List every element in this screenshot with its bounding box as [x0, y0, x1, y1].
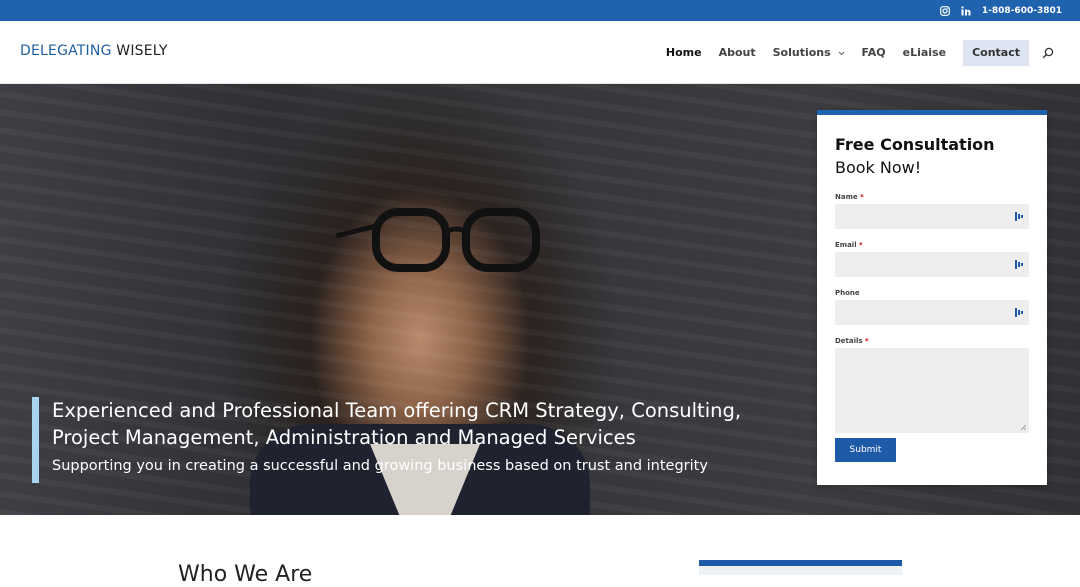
nav-contact[interactable]: Contact	[963, 40, 1029, 66]
form-subtitle: Book Now!	[835, 158, 922, 177]
top-bar: 1-808-600-3801	[0, 0, 1080, 21]
linkedin-icon[interactable]	[961, 5, 972, 16]
name-label-text: Name	[835, 193, 858, 201]
hero-title-line1: Experienced and Professional Team offeri…	[52, 399, 742, 422]
phone-label-text: Phone	[835, 289, 860, 297]
nav-faq[interactable]: FAQ	[862, 40, 886, 66]
glasses-illustration	[335, 208, 540, 272]
search-icon[interactable]	[1042, 46, 1056, 60]
nav-about[interactable]: About	[719, 40, 756, 66]
phone-label: Phone	[835, 289, 1029, 297]
name-field[interactable]	[835, 204, 1029, 229]
nav-home[interactable]: Home	[666, 40, 702, 66]
site-logo[interactable]: DELEGATING WISELY	[20, 43, 168, 59]
hero-caption: Experienced and Professional Team offeri…	[32, 397, 752, 483]
details-label: Details *	[835, 337, 1029, 345]
logo-text-secondary: WISELY	[116, 43, 168, 59]
form-title: Free Consultation	[835, 135, 995, 154]
section-card	[699, 566, 902, 575]
details-label-text: Details	[835, 337, 863, 345]
autofill-key-icon[interactable]	[1014, 211, 1024, 222]
site-header: DELEGATING WISELY Home About Solutions F…	[0, 21, 1080, 84]
required-mark: *	[859, 241, 863, 249]
autofill-key-icon[interactable]	[1014, 259, 1024, 270]
email-label-text: Email	[835, 241, 857, 249]
instagram-icon[interactable]	[940, 5, 951, 16]
submit-button[interactable]: Submit	[835, 438, 896, 462]
name-label: Name *	[835, 193, 1029, 201]
email-field[interactable]	[835, 252, 1029, 277]
required-mark: *	[865, 337, 869, 345]
phone-field[interactable]	[835, 300, 1029, 325]
details-textarea[interactable]	[835, 348, 1029, 433]
nav-solutions-label: Solutions	[772, 46, 831, 59]
main-nav: Home About Solutions FAQ eLiaise Contact	[649, 40, 1056, 66]
consultation-form: Free Consultation Book Now! Name * Email…	[817, 110, 1047, 485]
nav-solutions[interactable]: Solutions	[773, 40, 845, 66]
logo-text-primary: DELEGATING	[20, 43, 112, 59]
resize-grip-icon[interactable]	[1020, 424, 1027, 431]
phone-number[interactable]: 1-808-600-3801	[982, 6, 1062, 16]
hero-title-line2: Project Management, Administration and M…	[52, 426, 636, 449]
autofill-key-icon[interactable]	[1014, 307, 1024, 318]
required-mark: *	[860, 193, 864, 201]
email-label: Email *	[835, 241, 1029, 249]
who-we-are-section: Who We Are	[0, 515, 1080, 587]
top-bar-links: 1-808-600-3801	[940, 0, 1062, 21]
hero-subtitle: Supporting you in creating a successful …	[52, 458, 708, 474]
chevron-down-icon	[838, 51, 844, 55]
nav-eliaise[interactable]: eLiaise	[903, 40, 946, 66]
